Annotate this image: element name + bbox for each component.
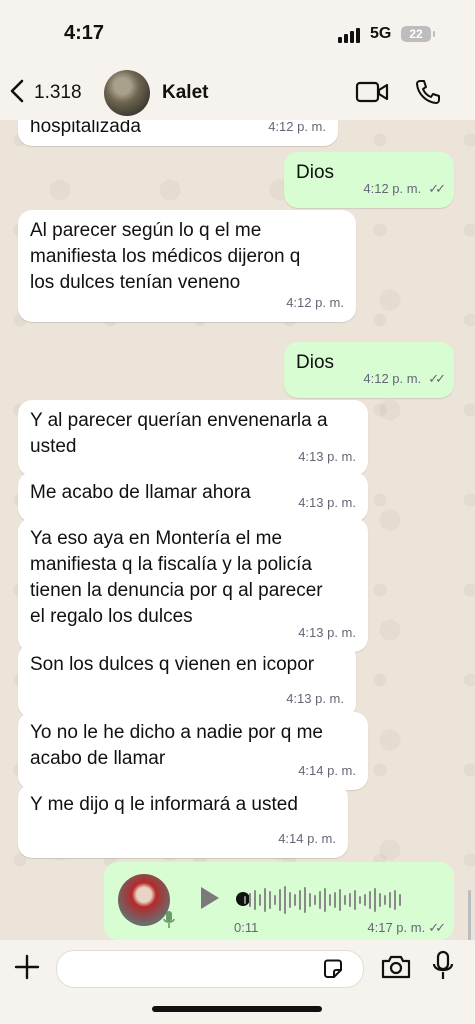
chat-area[interactable]: hospitalizada 4:12 p. m. Dios 4:12 p. m.… [0, 120, 475, 940]
microphone-badge-icon [162, 910, 176, 935]
message-bubble[interactable]: Dios 4:12 p. m. ✓✓ [284, 152, 454, 208]
message-time: 4:14 p. m. [298, 763, 356, 778]
message-time: 4:12 p. m. [268, 120, 326, 134]
message-bubble[interactable]: Son los dulces q vienen en icopor 4:13 p… [18, 644, 356, 718]
network-type: 5G [370, 25, 392, 42]
message-bubble[interactable]: Al parecer según lo q el me manifiesta l… [18, 210, 356, 322]
message-bubble[interactable]: Me acabo de llamar ahora 4:13 p. m. [18, 472, 368, 522]
message-bubble[interactable]: Ya eso aya en Montería el me manifiesta … [18, 518, 368, 652]
unread-count[interactable]: 1.318 [34, 82, 82, 104]
play-icon [201, 887, 219, 909]
microphone-icon [432, 950, 454, 979]
voice-note-bubble[interactable]: 0:11 4:17 p. m. ✓✓ [104, 862, 454, 940]
plus-icon [14, 954, 40, 980]
signal-icon [338, 28, 360, 43]
microphone-button[interactable] [432, 950, 454, 987]
message-time: 4:12 p. m. ✓✓ [363, 176, 446, 202]
voice-note-duration: 0:11 [234, 920, 259, 935]
message-time: 4:12 p. m. ✓✓ [363, 366, 446, 392]
contact-avatar[interactable] [104, 70, 150, 116]
status-bar: 4:17 5G 22 [0, 0, 475, 64]
double-check-icon: ✓✓ [428, 920, 446, 935]
contact-name[interactable]: Kalet [162, 82, 208, 104]
message-time: 4:13 p. m. [298, 625, 356, 640]
message-time: 4:17 p. m. ✓✓ [367, 920, 446, 935]
message-time: 4:13 p. m. [298, 495, 356, 510]
message-time: 4:13 p. m. [298, 449, 356, 464]
status-time: 4:17 [64, 22, 105, 44]
message-time: 4:12 p. m. [286, 295, 344, 310]
message-text: Ya eso aya en Montería el me manifiesta … [30, 528, 323, 627]
phone-icon [416, 80, 440, 104]
camera-button[interactable] [380, 954, 412, 985]
home-indicator [152, 1006, 322, 1012]
message-bubble[interactable]: Yo no le he dicho a nadie por q me acabo… [18, 712, 368, 790]
message-bubble[interactable]: hospitalizada 4:12 p. m. [18, 120, 338, 146]
message-bubble[interactable]: Dios 4:12 p. m. ✓✓ [284, 342, 454, 398]
message-bubble[interactable]: Y me dijo q le informará a usted 4:14 p.… [18, 784, 348, 858]
message-time: 4:14 p. m. [278, 831, 336, 846]
message-text: Y me dijo q le informará a usted [30, 794, 298, 815]
voice-call-button[interactable] [414, 78, 442, 111]
message-text: Al parecer según lo q el me manifiesta l… [30, 220, 301, 293]
sticker-button[interactable] [322, 958, 344, 985]
back-button[interactable] [8, 78, 26, 104]
double-check-icon: ✓✓ [428, 371, 446, 386]
video-camera-icon [355, 81, 389, 103]
video-call-button[interactable] [355, 80, 389, 109]
message-bubble[interactable]: Y al parecer querían envenenarla a usted… [18, 400, 368, 476]
attach-button[interactable] [14, 954, 40, 985]
message-time: 4:13 p. m. [286, 691, 344, 706]
chevron-left-icon [10, 79, 24, 103]
camera-icon [381, 955, 411, 979]
sticker-icon [324, 959, 342, 978]
message-text: Son los dulces q vienen en icopor [30, 654, 315, 675]
message-input[interactable] [56, 950, 364, 988]
scrollbar[interactable] [468, 890, 471, 940]
audio-waveform[interactable] [244, 884, 401, 916]
chat-header: 1.318 Kalet [0, 64, 475, 120]
battery-icon: 22 [401, 26, 435, 42]
play-button[interactable] [198, 884, 222, 917]
double-check-icon: ✓✓ [428, 181, 446, 196]
